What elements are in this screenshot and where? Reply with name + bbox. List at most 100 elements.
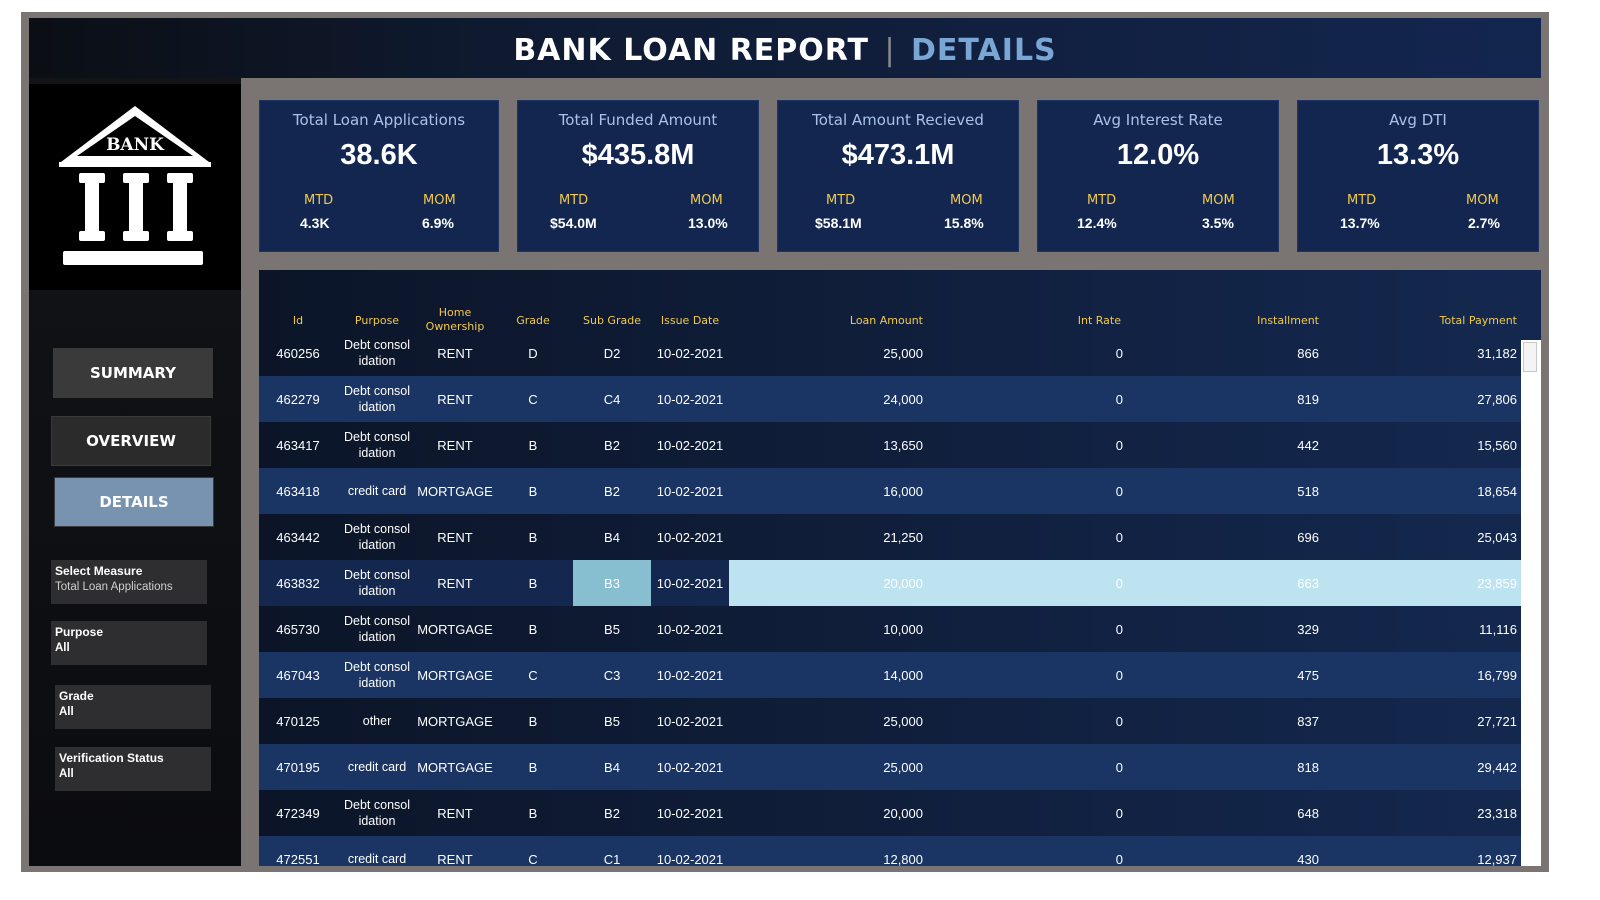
cell-home[interactable]: RENT [417, 514, 493, 560]
cell-int[interactable]: 0 [923, 376, 1123, 422]
cell-inst[interactable]: 866 [1123, 330, 1319, 376]
table-row[interactable]: 465730 Debt consol idation MORTGAGE B B5 10-0… [259, 606, 1521, 652]
cell-home[interactable]: RENT [417, 422, 493, 468]
cell-grade[interactable]: C [493, 836, 573, 867]
cell-inst[interactable]: 430 [1123, 836, 1319, 867]
cell-inst[interactable]: 663 [1123, 560, 1319, 606]
cell-date[interactable]: 10-02-2021 [651, 514, 729, 560]
cell-loan[interactable]: 13,650 [729, 422, 923, 468]
table-row[interactable]: 470125 other MORTGAGE B B5 10-02-2021 25,000 0 8… [259, 698, 1521, 744]
cell-inst[interactable]: 837 [1123, 698, 1319, 744]
cell-loan[interactable]: 10,000 [729, 606, 923, 652]
cell-purpose[interactable]: Debt consol idation [337, 330, 417, 376]
cell-inst[interactable]: 329 [1123, 606, 1319, 652]
cell-grade[interactable]: B [493, 422, 573, 468]
details-button[interactable]: DETAILS [54, 477, 214, 527]
cell-home[interactable]: MORTGAGE [417, 606, 493, 652]
cell-home[interactable]: RENT [417, 790, 493, 836]
cell-id[interactable]: 463417 [259, 422, 337, 468]
cell-home[interactable]: RENT [417, 560, 493, 606]
cell-home[interactable]: MORTGAGE [417, 698, 493, 744]
table-row[interactable]: 470195 credit card MORTGAGE B B4 10-02-2021 25… [259, 744, 1521, 790]
cell-int[interactable]: 0 [923, 330, 1123, 376]
cell-purpose[interactable]: other [337, 698, 417, 744]
cell-purpose[interactable]: Debt consol idation [337, 606, 417, 652]
cell-purpose[interactable]: Debt consol idation [337, 560, 417, 606]
cell-id[interactable]: 470195 [259, 744, 337, 790]
cell-int[interactable]: 0 [923, 560, 1123, 606]
cell-sub[interactable]: D2 [573, 330, 651, 376]
cell-inst[interactable]: 818 [1123, 744, 1319, 790]
cell-purpose[interactable]: credit card [337, 744, 417, 790]
cell-date[interactable]: 10-02-2021 [651, 790, 729, 836]
cell-sub[interactable]: B4 [573, 514, 651, 560]
cell-grade[interactable]: B [493, 560, 573, 606]
cell-grade[interactable]: B [493, 468, 573, 514]
cell-total[interactable]: 11,116 [1319, 606, 1517, 652]
cell-sub[interactable]: B5 [573, 698, 651, 744]
cell-int[interactable]: 0 [923, 836, 1123, 867]
header-installment[interactable]: Installment [1123, 314, 1319, 328]
cell-sub[interactable]: B3 [573, 560, 651, 606]
cell-sub[interactable]: B2 [573, 422, 651, 468]
cell-purpose[interactable]: Debt consol idation [337, 790, 417, 836]
cell-loan[interactable]: 20,000 [729, 790, 923, 836]
cell-grade[interactable]: C [493, 652, 573, 698]
cell-int[interactable]: 0 [923, 468, 1123, 514]
cell-home[interactable]: MORTGAGE [417, 652, 493, 698]
verification-status-filter[interactable]: Verification Status All [55, 747, 211, 791]
cell-purpose[interactable]: Debt consol idation [337, 514, 417, 560]
purpose-filter[interactable]: Purpose All [51, 621, 207, 665]
cell-sub[interactable]: B2 [573, 790, 651, 836]
cell-purpose[interactable]: credit card [337, 468, 417, 514]
cell-inst[interactable]: 696 [1123, 514, 1319, 560]
cell-id[interactable]: 465730 [259, 606, 337, 652]
cell-total[interactable]: 31,182 [1319, 330, 1517, 376]
cell-sub[interactable]: C3 [573, 652, 651, 698]
cell-int[interactable]: 0 [923, 790, 1123, 836]
header-int-rate[interactable]: Int Rate [923, 314, 1121, 328]
cell-date[interactable]: 10-02-2021 [651, 422, 729, 468]
cell-grade[interactable]: B [493, 606, 573, 652]
header-total-payment[interactable]: Total Payment [1319, 314, 1517, 328]
cell-loan[interactable]: 25,000 [729, 744, 923, 790]
cell-int[interactable]: 0 [923, 606, 1123, 652]
cell-inst[interactable]: 475 [1123, 652, 1319, 698]
cell-date[interactable]: 10-02-2021 [651, 836, 729, 867]
table-row[interactable]: 472349 Debt consol idation RENT B B2 10-02-20… [259, 790, 1521, 836]
cell-id[interactable]: 462279 [259, 376, 337, 422]
cell-grade[interactable]: C [493, 376, 573, 422]
cell-inst[interactable]: 442 [1123, 422, 1319, 468]
grade-filter[interactable]: Grade All [55, 685, 211, 729]
cell-id[interactable]: 463418 [259, 468, 337, 514]
cell-sub[interactable]: B5 [573, 606, 651, 652]
cell-home[interactable]: RENT [417, 330, 493, 376]
cell-id[interactable]: 463832 [259, 560, 337, 606]
cell-purpose[interactable]: credit card [337, 836, 417, 866]
header-loan-amount[interactable]: Loan Amount [729, 314, 923, 328]
cell-sub[interactable]: C4 [573, 376, 651, 422]
cell-grade[interactable]: B [493, 514, 573, 560]
cell-total[interactable]: 23,318 [1319, 790, 1517, 836]
summary-button[interactable]: SUMMARY [53, 348, 213, 398]
table-scrollbar[interactable] [1521, 340, 1541, 866]
cell-loan[interactable]: 20,000 [729, 560, 923, 606]
header-sub-grade[interactable]: Sub Grade [573, 314, 651, 328]
cell-total[interactable]: 23,859 [1319, 560, 1517, 606]
table-row[interactable]: 460256 Debt consol idation RENT D D2 10-02-20… [259, 330, 1521, 376]
cell-date[interactable]: 10-02-2021 [651, 744, 729, 790]
cell-total[interactable]: 16,799 [1319, 652, 1517, 698]
cell-loan[interactable]: 16,000 [729, 468, 923, 514]
cell-id[interactable]: 467043 [259, 652, 337, 698]
cell-id[interactable]: 472551 [259, 836, 337, 867]
cell-id[interactable]: 460256 [259, 330, 337, 376]
cell-sub[interactable]: C1 [573, 836, 651, 867]
cell-loan[interactable]: 12,800 [729, 836, 923, 867]
cell-int[interactable]: 0 [923, 422, 1123, 468]
cell-home[interactable]: MORTGAGE [417, 744, 493, 790]
cell-grade[interactable]: D [493, 330, 573, 376]
table-row[interactable]: 467043 Debt consol idation MORTGAGE C C3 10-0… [259, 652, 1521, 698]
cell-purpose[interactable]: Debt consol idation [337, 652, 417, 698]
cell-total[interactable]: 12,937 [1319, 836, 1517, 867]
cell-total[interactable]: 18,654 [1319, 468, 1517, 514]
